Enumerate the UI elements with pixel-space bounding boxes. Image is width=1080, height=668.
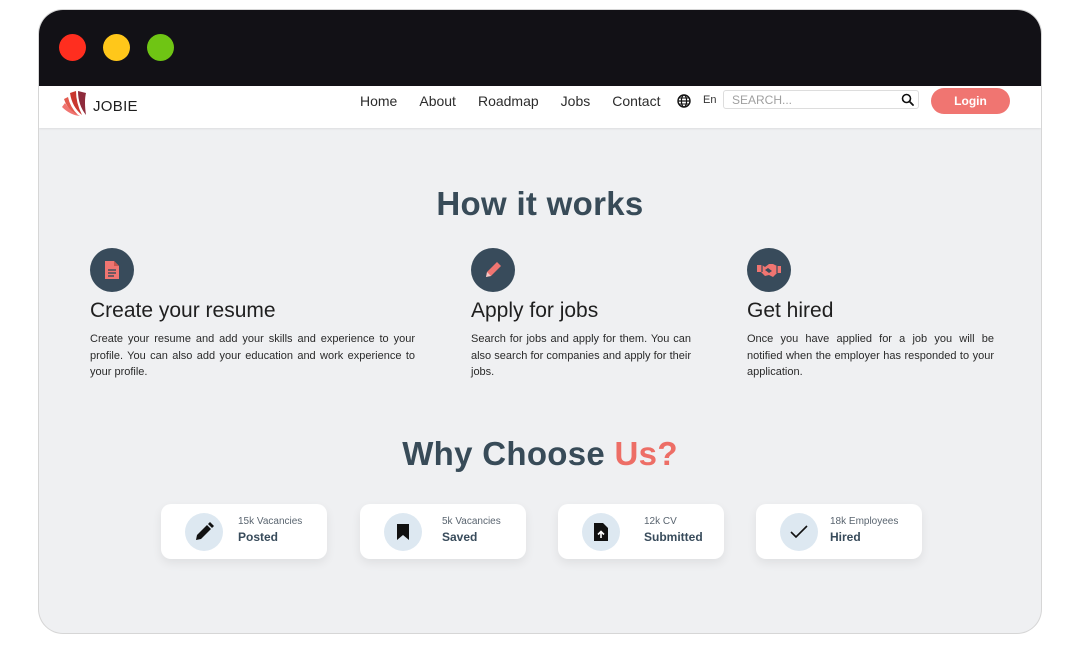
checkmark-icon [790, 525, 808, 539]
brand-name: JOBIE [93, 97, 138, 115]
nav-link-contact[interactable]: Contact [612, 93, 660, 109]
step-title: Create your resume [90, 299, 276, 322]
window-titlebar [39, 10, 1041, 86]
step-icon-circle [747, 248, 791, 292]
stat-label: Hired [830, 530, 861, 544]
search-input[interactable] [732, 92, 892, 107]
globe-icon[interactable] [677, 94, 691, 108]
nav-link-roadmap[interactable]: Roadmap [478, 93, 539, 109]
stat-icon-circle [384, 513, 422, 551]
why-title-main: Why Choose [402, 435, 615, 472]
minimize-window-button[interactable] [103, 34, 130, 61]
why-choose-us-title: Why Choose Us? [39, 435, 1041, 473]
stat-card-submitted: 12k CV Submitted [558, 504, 724, 559]
stat-card-saved: 5k Vacancies Saved [360, 504, 526, 559]
handshake-icon [757, 264, 781, 277]
nav-link-jobs[interactable]: Jobs [561, 93, 591, 109]
step-icon-circle [471, 248, 515, 292]
step-description: Create your resume and add your skills a… [90, 333, 415, 378]
navbar: JOBIE Home About Roadmap Jobs Contact En… [39, 86, 1041, 128]
step-title: Get hired [747, 299, 834, 322]
stat-count: 15k Vacancies [238, 516, 303, 527]
login-button[interactable]: Login [931, 88, 1010, 114]
step-icon-circle [90, 248, 134, 292]
step-get-hired: Get hired Once you have applied for a jo… [747, 248, 994, 381]
step-description: Search for jobs and apply for them. You … [471, 333, 691, 378]
language-selector[interactable]: En [703, 94, 716, 106]
logo[interactable]: JOBIE [60, 86, 138, 120]
step-title: Apply for jobs [471, 299, 599, 322]
stat-card-posted: 15k Vacancies Posted [161, 504, 327, 559]
why-title-accent: Us? [614, 435, 678, 472]
stat-card-hired: 18k Employees Hired [756, 504, 922, 559]
bookmark-icon [397, 524, 409, 540]
browser-window: JOBIE Home About Roadmap Jobs Contact En… [39, 10, 1041, 633]
stat-count: 12k CV [644, 516, 677, 527]
stat-label: Submitted [644, 530, 703, 544]
search-box [723, 90, 919, 109]
file-upload-icon [594, 523, 608, 541]
stat-count: 5k Vacancies [442, 516, 501, 527]
stat-label: Saved [442, 530, 478, 544]
pencil-icon [196, 522, 214, 540]
nav-link-about[interactable]: About [419, 93, 456, 109]
stat-label: Posted [238, 530, 279, 544]
stat-count: 18k Employees [830, 516, 899, 527]
how-it-works-title: How it works [436, 185, 644, 222]
search-icon[interactable] [901, 93, 914, 106]
maximize-window-button[interactable] [147, 34, 174, 61]
close-window-button[interactable] [59, 34, 86, 61]
step-description: Once you have applied for a job you will… [747, 333, 994, 378]
pencil-icon [486, 262, 501, 277]
stat-icon-circle [780, 513, 818, 551]
step-apply-jobs: Apply for jobs Search for jobs and apply… [471, 248, 691, 381]
step-create-resume: Create your resume Create your resume an… [90, 248, 415, 381]
stat-icon-circle [185, 513, 223, 551]
nav-link-home[interactable]: Home [360, 93, 397, 109]
document-icon [105, 261, 119, 279]
logo-icon [62, 91, 86, 116]
stat-icon-circle [582, 513, 620, 551]
nav-links: Home About Roadmap Jobs Contact [360, 93, 682, 109]
